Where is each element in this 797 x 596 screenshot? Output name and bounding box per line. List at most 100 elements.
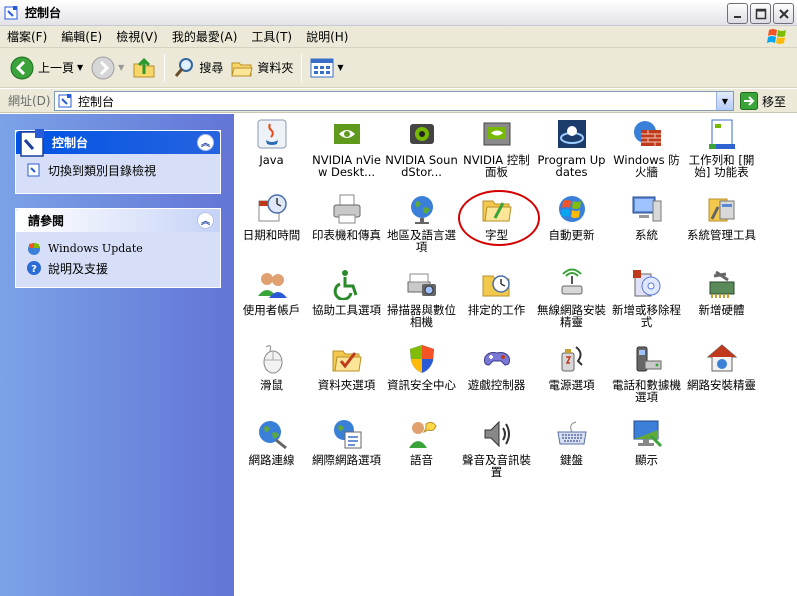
back-dropdown-icon[interactable]: ▼ [77, 63, 83, 72]
category-view-icon [27, 163, 40, 177]
item-accessibility[interactable]: 協助工具選項 [309, 268, 384, 316]
item-add-hardware[interactable]: 新增硬體 [684, 268, 759, 316]
item-label: 網路連線 [248, 453, 295, 467]
item-java[interactable]: Java [234, 118, 309, 166]
menu-tools[interactable]: 工具(T) [244, 26, 299, 48]
item-nvidia-control-panel[interactable]: NVIDIA 控制面板 [459, 118, 534, 178]
windows-update-link[interactable]: Windows Update [26, 238, 210, 258]
item-program-updates[interactable]: Program Updates [534, 118, 609, 178]
accessibility-icon [333, 270, 357, 300]
auto-update-icon [558, 196, 585, 222]
item-power-options[interactable]: 電源選項 [534, 343, 609, 391]
search-label: 搜尋 [199, 61, 224, 75]
item-network-connections[interactable]: 網路連線 [234, 418, 309, 466]
folders-button[interactable]: 資料夾 [227, 51, 297, 85]
switch-category-view-link[interactable]: 切換到類別目錄檢視 [26, 160, 210, 180]
item-label: 聲音及音訊裝置 [462, 453, 531, 479]
item-label: NVIDIA nView Deskt... [312, 153, 381, 179]
item-scheduled-tasks[interactable]: 排定的工作 [459, 268, 534, 316]
item-taskbar-start-menu[interactable]: 工作列和 [開始] 功能表 [684, 118, 759, 178]
item-phone-modem[interactable]: 電話和數據機選項 [609, 343, 684, 403]
help-support-link[interactable]: ? 說明及支援 [26, 258, 210, 278]
see-also-header[interactable]: 請參閱 ︽ [16, 209, 220, 232]
item-system[interactable]: 系統 [609, 193, 684, 241]
views-button[interactable]: ▼ [306, 51, 347, 85]
menu-favorites[interactable]: 我的最愛(A) [165, 26, 245, 48]
item-folder-options[interactable]: 資料夾選項 [309, 343, 384, 391]
item-nvidia-soundstorm[interactable]: NVIDIA SoundStor... [384, 118, 459, 178]
task-label: 切換到類別目錄檢視 [48, 163, 157, 178]
address-bar: 網址(D) 控制台 ▼ 移至 [0, 89, 797, 113]
collapse-chevron-icon[interactable]: ︽ [197, 134, 214, 151]
control-panel-panel-header[interactable]: 控制台 ︽ [16, 129, 220, 157]
forward-arrow-icon [91, 56, 115, 79]
item-admin-tools[interactable]: 系統管理工具 [684, 193, 759, 241]
item-speech[interactable]: 語音 [384, 418, 459, 466]
item-date-time[interactable]: 日期和時間 [234, 193, 309, 241]
speech-icon [408, 421, 437, 448]
item-mouse[interactable]: 滑鼠 [234, 343, 309, 391]
item-add-remove-programs[interactable]: 新增或移除程式 [609, 268, 684, 328]
item-user-accounts[interactable]: 使用者帳戶 [234, 268, 309, 316]
nvidia-soundstorm-icon [409, 124, 434, 144]
item-label: 自動更新 [548, 228, 595, 242]
menu-bar: 檔案(F) 編輯(E) 檢視(V) 我的最愛(A) 工具(T) 說明(H) [0, 26, 797, 48]
item-wireless-setup[interactable]: 無線網路安裝精靈 [534, 268, 609, 328]
maximize-icon [755, 8, 766, 19]
item-printers-faxes[interactable]: 印表機和傳真 [309, 193, 384, 241]
menu-file[interactable]: 檔案(F) [0, 26, 54, 48]
address-dropdown-button[interactable]: ▼ [716, 92, 733, 110]
network-setup-icon [706, 344, 737, 372]
sound-icon [484, 420, 510, 448]
item-security-center[interactable]: 資訊安全中心 [384, 343, 459, 391]
title-bar[interactable]: 控制台 [0, 0, 797, 26]
views-icon [310, 58, 334, 77]
item-scanners-cameras[interactable]: 掃描器與數位相機 [384, 268, 459, 328]
menu-edit[interactable]: 編輯(E) [54, 26, 109, 48]
item-label: 電話和數據機選項 [612, 378, 681, 404]
item-keyboard[interactable]: 鍵盤 [534, 418, 609, 466]
link-label: Windows Update [48, 241, 143, 255]
window-title: 控制台 [25, 6, 62, 20]
item-auto-update[interactable]: 自動更新 [534, 193, 609, 241]
views-dropdown-icon[interactable]: ▼ [337, 63, 343, 72]
item-game-controllers[interactable]: 遊戲控制器 [459, 343, 534, 391]
address-input[interactable]: 控制台 ▼ [54, 91, 734, 111]
admin-tools-icon [708, 198, 734, 222]
folders-icon [231, 62, 253, 76]
up-folder-button[interactable] [128, 51, 160, 85]
power-icon [561, 346, 583, 372]
maximize-button[interactable] [750, 3, 771, 24]
item-internet-options[interactable]: 網際網路選項 [309, 418, 384, 466]
search-button[interactable]: 搜尋 [169, 51, 227, 85]
item-label: Windows 防火牆 [613, 153, 680, 179]
mouse-icon [263, 345, 282, 374]
item-windows-firewall[interactable]: Windows 防火牆 [609, 118, 684, 178]
go-label: 移至 [762, 94, 787, 109]
control-panel-icon [58, 94, 72, 108]
item-regional-language[interactable]: 地區及語言選項 [384, 193, 459, 253]
forward-dropdown-icon[interactable]: ▼ [118, 63, 124, 72]
item-label: 新增硬體 [698, 303, 745, 317]
nvidia-control-panel-icon [483, 122, 510, 146]
item-label: 資訊安全中心 [387, 378, 456, 392]
item-nvidia-nview[interactable]: NVIDIA nView Deskt... [309, 118, 384, 178]
display-icon [633, 420, 662, 448]
forward-button[interactable]: ▼ [87, 51, 128, 85]
item-label: Program Updates [537, 153, 606, 179]
taskbar-icon [708, 119, 735, 149]
menu-help[interactable]: 說明(H) [299, 26, 355, 48]
item-display[interactable]: 顯示 [609, 418, 684, 466]
item-network-setup[interactable]: 網路安裝精靈 [684, 343, 759, 391]
minimize-button[interactable] [727, 3, 748, 24]
collapse-chevron-icon[interactable]: ︽ [197, 212, 214, 229]
back-button[interactable]: 上一頁 ▼ [6, 51, 87, 85]
windows-logo-icon [767, 29, 786, 44]
network-connections-icon [258, 421, 287, 450]
item-sounds-audio[interactable]: 聲音及音訊裝置 [459, 418, 534, 478]
minimize-icon [733, 15, 741, 18]
close-button[interactable] [773, 3, 794, 24]
date-time-icon [258, 194, 287, 222]
menu-view[interactable]: 檢視(V) [109, 26, 165, 48]
go-button[interactable]: 移至 [740, 92, 786, 110]
